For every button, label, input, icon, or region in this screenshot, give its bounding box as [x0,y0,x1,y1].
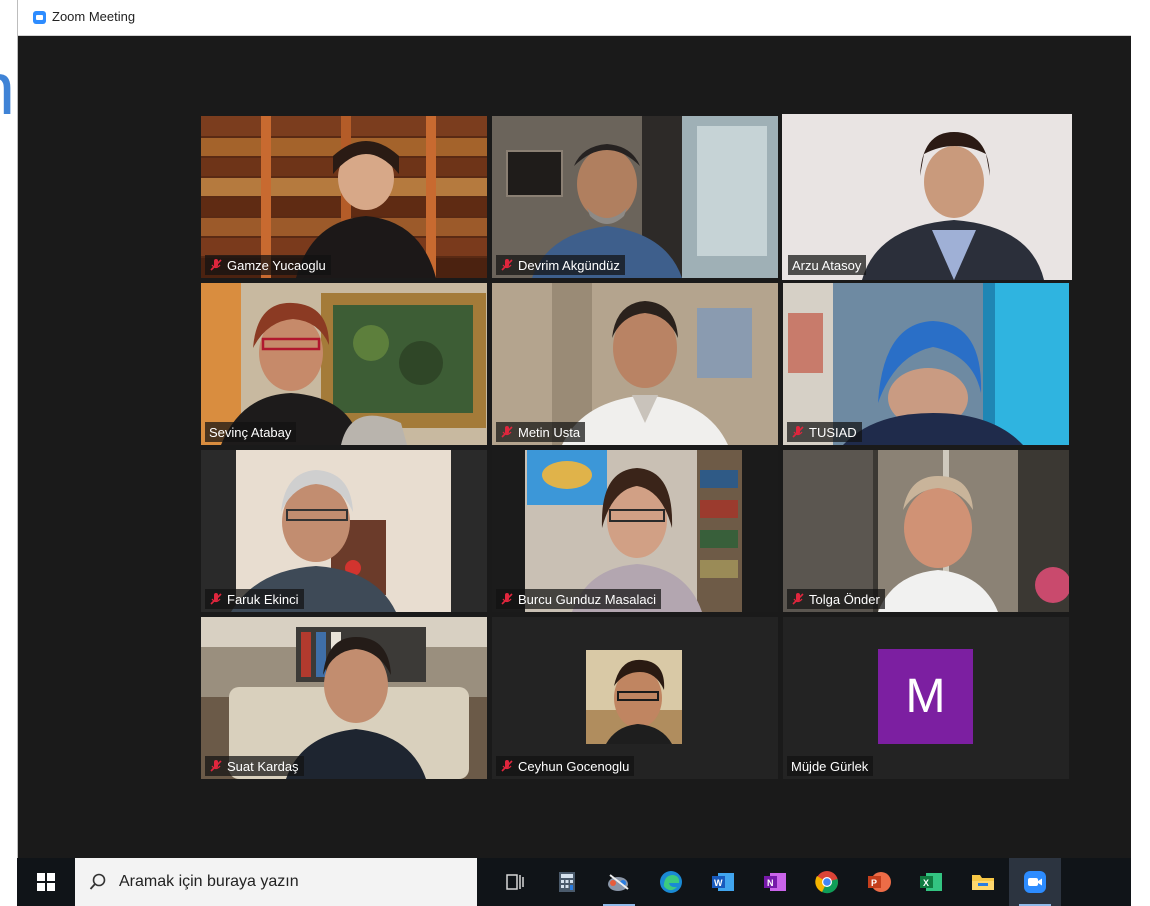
glass-office-background [783,450,1069,612]
participant-name-bar: Sevinç Atabay [205,422,297,442]
taskbar-edge[interactable] [645,858,697,906]
video-tile[interactable]: Tolga Önder [783,450,1069,612]
participant-name-bar: Metin Usta [496,422,586,442]
folder-icon [972,875,994,890]
muted-mic-icon [210,760,222,772]
taskbar-calculator[interactable] [541,858,593,906]
muted-mic-icon [792,593,804,605]
video-tile[interactable]: Devrim Akgündüz [492,116,778,278]
word-icon: W [712,873,734,891]
task-view-button[interactable] [489,858,541,906]
video-tile[interactable]: Sevinç Atabay [201,283,487,445]
svg-text:X: X [923,878,929,888]
taskbar-onenote[interactable]: N [749,858,801,906]
window-title: Zoom Meeting [52,9,136,24]
video-tile[interactable]: Metin Usta [492,283,778,445]
svg-text:N: N [767,878,774,888]
search-icon [89,873,106,890]
cropped-text-fragment: n [0,52,15,126]
participant-name: Ceyhun Gocenoglu [518,758,630,774]
svg-text:W: W [714,878,723,888]
taskbar-zoom[interactable] [1009,858,1061,906]
zoom-icon [1024,871,1046,893]
video-tile[interactable]: M Müjde Gürlek [783,617,1069,779]
participant-name: Sevinç Atabay [209,424,292,440]
svg-text:P: P [871,878,877,888]
participant-name-bar: Suat Kardaş [205,756,304,776]
participant-name: Arzu Atasoy [792,257,862,273]
muted-mic-icon [501,760,513,772]
taskbar-excel[interactable]: X [905,858,957,906]
taskbar-chrome[interactable] [801,858,853,906]
search-placeholder: Aramak için buraya yazın [119,873,299,890]
participant-name: Tolga Önder [809,591,880,607]
taskbar-word[interactable]: W [697,858,749,906]
video-tile[interactable]: Suat Kardaş [201,617,487,779]
chrome-icon [815,871,838,894]
office-window-background [492,116,778,278]
video-tile[interactable]: TUSIAD [783,283,1069,445]
participant-name: Müjde Gürlek [791,758,869,774]
taskbar-search[interactable]: Aramak için buraya yazın [75,858,477,906]
bookshelf-map-background [492,450,778,612]
video-tile[interactable]: Burcu Gunduz Masalaci [492,450,778,612]
participant-name: Faruk Ekinci [227,591,299,607]
muted-mic-icon [792,426,804,438]
taskbar-apps: W N P X [489,858,1061,906]
participant-name: Gamze Yucaoglu [227,257,326,273]
edge-icon [660,871,682,893]
participant-name-bar: Devrim Akgündüz [496,255,625,275]
video-tile[interactable]: Faruk Ekinci [201,450,487,612]
taskbar-file-explorer[interactable] [957,858,1009,906]
participant-name-bar: TUSIAD [787,422,862,442]
participant-name-bar: Gamze Yucaoglu [205,255,331,275]
participant-name-bar: Burcu Gunduz Masalaci [496,589,662,609]
title-bar: Zoom Meeting [18,0,1131,36]
participant-name: Metin Usta [518,424,581,440]
zoom-window: Zoom Meeting Gamze Yucaoglu Devrim Akgün… [17,0,1131,858]
muted-mic-icon [210,593,222,605]
avatar: M [878,649,973,744]
home-interior-background [201,450,487,612]
windows-logo-icon [37,873,55,891]
active-speaker-tile[interactable]: Arzu Atasoy [782,114,1072,280]
start-button[interactable] [17,858,75,906]
participant-name-bar: Arzu Atasoy [788,255,867,275]
zoom-app-icon [33,11,46,24]
video-tile[interactable]: Ceyhun Gocenoglu [492,617,778,779]
participant-name-bar: Müjde Gürlek [787,756,874,776]
muted-mic-icon [501,593,513,605]
profile-picture [586,650,682,744]
onenote-icon: N [764,873,786,891]
muted-mic-icon [501,426,513,438]
muted-mic-icon [210,259,222,271]
participant-name-bar: Faruk Ekinci [205,589,304,609]
office-wall-background [492,283,778,445]
excel-icon: X [920,873,942,891]
muted-mic-icon [501,259,513,271]
task-view-icon [506,874,524,890]
profile-photo-image [586,650,682,744]
participant-name: Suat Kardaş [227,758,299,774]
participant-name: Devrim Akgündüz [518,257,620,273]
calculator-icon [559,872,575,892]
bookshelf-background [201,116,487,278]
painting-background [201,283,487,445]
participant-name-bar: Ceyhun Gocenoglu [496,756,635,776]
living-room-background [201,617,487,779]
powerpoint-icon: P [868,872,891,892]
taskbar-powerpoint[interactable]: P [853,858,905,906]
taskbar-snipping-tool[interactable] [593,858,645,906]
participant-name: Burcu Gunduz Masalaci [518,591,657,607]
participant-name: TUSIAD [809,424,857,440]
snipping-tool-icon [608,874,629,891]
video-tile[interactable]: Gamze Yucaoglu [201,116,487,278]
participant-name-bar: Tolga Önder [787,589,885,609]
blue-room-background [783,283,1069,445]
windows-taskbar: Aramak için buraya yazın W N P X [17,858,1131,906]
